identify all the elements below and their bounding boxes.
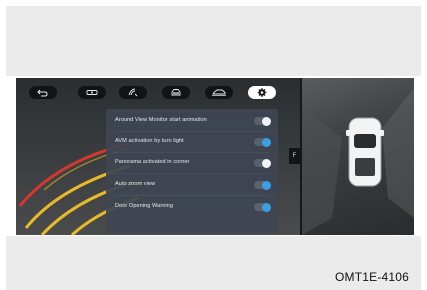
car-side-view-button[interactable] xyxy=(205,86,233,99)
car-side-icon xyxy=(212,89,226,96)
setting-label: Auto zoom view xyxy=(115,181,156,187)
setting-label: Panorama activated in corner xyxy=(115,159,190,165)
settings-button[interactable] xyxy=(248,86,276,99)
setting-row-turn-light[interactable]: AVM activation by turn light xyxy=(106,132,278,153)
toggle-switch[interactable] xyxy=(254,116,271,126)
front-camera-icon xyxy=(86,90,98,95)
setting-label: AVM activation by turn light xyxy=(115,138,184,144)
top-margin xyxy=(6,6,421,76)
setting-row-auto-zoom[interactable]: Auto zoom view xyxy=(106,175,278,196)
car-top-view-icon xyxy=(302,88,414,235)
toggle-knob xyxy=(262,137,271,147)
row-divider xyxy=(114,195,270,196)
toggle-knob xyxy=(262,158,271,168)
row-divider xyxy=(114,173,270,174)
avm-screen: Around View Monitor start animation AVM … xyxy=(16,78,414,235)
toggle-switch[interactable] xyxy=(254,202,271,212)
side-view-icon xyxy=(128,88,138,97)
back-arrow-icon xyxy=(37,89,48,97)
toggle-knob xyxy=(262,202,271,212)
toggle-knob xyxy=(262,116,271,126)
toggle-knob xyxy=(262,180,271,190)
side-view-button[interactable] xyxy=(119,86,147,99)
side-tab[interactable]: F xyxy=(289,148,300,164)
car-front-icon xyxy=(171,89,181,96)
toggle-switch[interactable] xyxy=(254,158,271,168)
setting-label: Door Opening Warning xyxy=(115,203,174,209)
front-view-button[interactable] xyxy=(78,86,106,99)
setting-row-panorama[interactable]: Panorama activated in corner xyxy=(106,153,278,174)
gear-icon xyxy=(257,88,267,97)
setting-row-door-warning[interactable]: Door Opening Warning xyxy=(106,197,278,218)
setting-row-start-animation[interactable]: Around View Monitor start animation xyxy=(106,111,278,132)
top-down-view xyxy=(302,78,414,235)
view-toolbar xyxy=(16,78,300,106)
toggle-switch[interactable] xyxy=(254,137,271,147)
figure-code: OMT1E-4106 xyxy=(334,270,409,284)
toggle-switch[interactable] xyxy=(254,180,271,190)
settings-panel: Around View Monitor start animation AVM … xyxy=(106,109,278,233)
setting-label: Around View Monitor start animation xyxy=(115,117,207,123)
car-front-view-button[interactable] xyxy=(162,86,190,99)
back-button[interactable] xyxy=(29,86,57,99)
